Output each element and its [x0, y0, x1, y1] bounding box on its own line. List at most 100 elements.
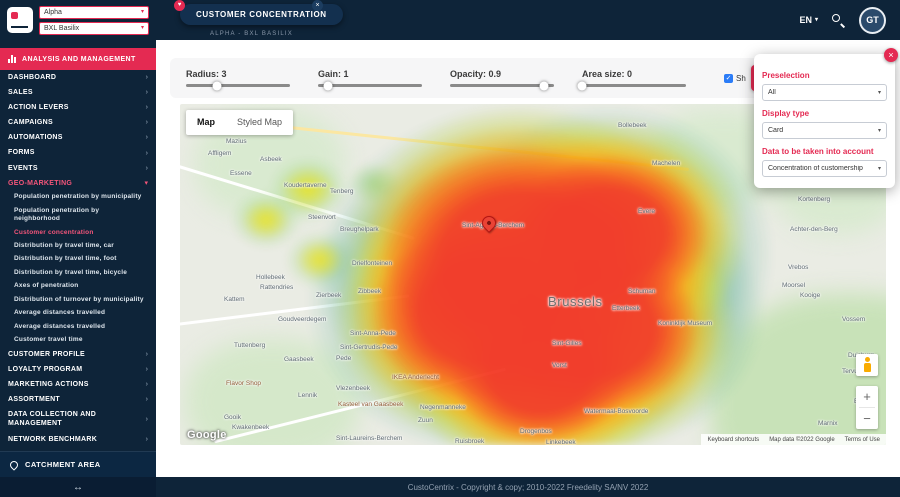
map-place-label: Evere — [638, 208, 655, 215]
sidebar-item-label: Distribution of turnover by municipality — [14, 296, 144, 304]
panel-select-value: Card — [768, 127, 783, 134]
slider-group: Gain: 1 — [318, 69, 450, 87]
close-icon[interactable]: × — [884, 48, 898, 62]
sidebar-item[interactable]: DASHBOARD › — [0, 70, 156, 85]
sidebar-item[interactable]: Population penetration by municipality — [0, 191, 156, 204]
sidebar-item-label: Customer travel time — [14, 336, 83, 344]
sidebar-item[interactable]: CAMPAIGNS › — [0, 115, 156, 130]
chevron-icon: › — [146, 134, 148, 141]
map-place-label: Marnix — [818, 420, 838, 427]
sidebar-item-label: Distribution by travel time, bicycle — [14, 269, 127, 277]
sidebar-item-label: Population penetration by neighborhood — [14, 207, 144, 224]
zoom-in-button[interactable]: + — [856, 386, 878, 407]
slider-label: Radius: 3 — [186, 69, 318, 79]
panel-select[interactable]: All ▾ — [762, 84, 887, 101]
map-attribution-link[interactable]: Map data ©2022 Google — [769, 437, 834, 443]
slider-track[interactable] — [186, 84, 290, 87]
map-attribution-link[interactable]: Terms of Use — [845, 437, 880, 443]
slider-track[interactable] — [450, 84, 554, 87]
store-selectors: Alpha ▾ BXL Basilix ▾ — [39, 6, 149, 35]
sidebar-item[interactable]: Axes of penetration — [0, 280, 156, 293]
chevron-icon: › — [146, 165, 148, 172]
sidebar-item[interactable]: NETWORK BENCHMARK › — [0, 432, 156, 447]
panel-select-value: Concentration of customership — [768, 165, 863, 172]
sidebar-item[interactable]: CUSTOMER PROFILE › — [0, 347, 156, 362]
panel-section-title: Data to be taken into account — [762, 147, 887, 156]
map-place-label: Sint-Anna-Pede — [350, 330, 396, 337]
chart-icon — [8, 55, 16, 63]
google-logo[interactable]: Google — [187, 429, 227, 441]
language-selector[interactable]: EN ▾ — [799, 15, 818, 25]
search-icon[interactable] — [831, 13, 846, 28]
slider-thumb[interactable] — [213, 81, 222, 90]
map-place-label: Sint-Gertrudis-Pede — [340, 344, 397, 351]
map-place-label: Vlezenbeek — [336, 385, 370, 392]
sidebar-item[interactable]: Customer concentration — [0, 226, 156, 239]
sidebar-item[interactable]: MARKETING ACTIONS › — [0, 377, 156, 392]
slider-group: Area size: 0 — [582, 69, 714, 87]
sidebar-item[interactable]: FORMS › — [0, 145, 156, 160]
map-place-label: Drogenbos — [520, 428, 552, 435]
slider-thumb[interactable] — [539, 81, 548, 90]
avatar[interactable]: GT — [859, 7, 886, 34]
map-place-label: Koninklijk Museum — [658, 320, 712, 327]
sidebar-item[interactable]: Distribution by travel time, bicycle — [0, 266, 156, 279]
map-place-label: Achter-den-Berg — [790, 226, 838, 233]
sidebar-item[interactable]: Distribution by travel time, foot — [0, 253, 156, 266]
map-place-label: Goudveerdegem — [278, 316, 326, 323]
map-place-label: Sint-Laureins-Berchem — [336, 435, 402, 442]
sidebar-item[interactable]: ASSORTMENT › — [0, 392, 156, 407]
sidebar-item[interactable]: Average distances travelled — [0, 320, 156, 333]
sidebar-item-label: AUTOMATIONS — [8, 133, 63, 142]
map-place-label: Schuman — [628, 288, 655, 295]
sidebar-item[interactable]: ACTION LEVERS › — [0, 100, 156, 115]
map-type-tab[interactable]: Styled Map — [226, 110, 293, 135]
panel-section-title: Display type — [762, 109, 887, 118]
sidebar-item[interactable]: Average distances travelled — [0, 307, 156, 320]
panel-section: Data to be taken into account Concentrat… — [762, 147, 887, 177]
map-place-label: Sint-Gilles — [552, 340, 582, 347]
show-checkbox[interactable]: ✓ Sh — [724, 74, 746, 83]
sidebar-item-label: SALES — [8, 88, 33, 97]
sidebar-item[interactable]: GEO-MARKETING ▾ — [0, 176, 156, 191]
chevron-down-icon: ▾ — [878, 166, 881, 172]
slider-label: Area size: 0 — [582, 69, 714, 79]
slider-thumb[interactable] — [578, 81, 587, 90]
map-type-tab[interactable]: Map — [186, 110, 226, 135]
slider-thumb[interactable] — [324, 81, 333, 90]
store-select[interactable]: Alpha ▾ — [39, 6, 149, 19]
sidebar-item[interactable]: Population penetration by neighborhood — [0, 204, 156, 226]
map-place-label: Essene — [230, 170, 252, 177]
pegman-icon[interactable] — [856, 354, 878, 376]
sidebar-item[interactable]: DATA COLLECTION AND MANAGEMENT › — [0, 407, 156, 431]
map-attribution-link[interactable]: Keyboard shortcuts — [707, 437, 759, 443]
sidebar-item-catchment-area[interactable]: CATCHMENT AREA — [0, 451, 156, 477]
zoom-out-button[interactable]: − — [856, 408, 878, 429]
sidebar-item[interactable]: Customer travel time — [0, 334, 156, 347]
slider-track[interactable] — [318, 84, 422, 87]
slider-track[interactable] — [582, 84, 686, 87]
chevron-icon: › — [146, 366, 148, 373]
sidebar-item[interactable]: LOYALTY PROGRAM › — [0, 362, 156, 377]
sidebar-item[interactable]: Distribution of turnover by municipality — [0, 293, 156, 306]
map-place-label: Kwakenbeek — [232, 424, 269, 431]
map-attribution: Keyboard shortcuts Map data ©2022 Google… — [701, 434, 886, 445]
sidebar-item[interactable]: Distribution by travel time, car — [0, 240, 156, 253]
footer: CustoCentrix - Copyright & copy; 2010-20… — [156, 477, 900, 497]
badge-close-icon[interactable]: × — [312, 0, 323, 11]
panel-sections: Preselection All ▾ Display type Card ▾ — [762, 71, 887, 177]
catchment-label: CATCHMENT AREA — [25, 460, 101, 469]
sidebar-item[interactable]: EVENTS › — [0, 161, 156, 176]
panel-select[interactable]: Concentration of customership ▾ — [762, 160, 887, 177]
map-place-label: Koudertaverne — [284, 182, 327, 189]
panel-select[interactable]: Card ▾ — [762, 122, 887, 139]
sidebar-collapse-button[interactable]: ↔ — [0, 477, 156, 497]
map-place-label: Drielfonteinen — [352, 260, 392, 267]
map-place-label: Machelen — [652, 160, 680, 167]
sidebar-item[interactable]: AUTOMATIONS › — [0, 130, 156, 145]
sidebar-item[interactable]: SALES › — [0, 85, 156, 100]
slider-label: Opacity: 0.9 — [450, 69, 582, 79]
sidebar-section-analysis-management[interactable]: ANALYSIS AND MANAGEMENT — [0, 48, 156, 70]
branch-select[interactable]: BXL Basilix ▾ — [39, 22, 149, 35]
map-place-label: Flavor Shop — [226, 380, 261, 387]
